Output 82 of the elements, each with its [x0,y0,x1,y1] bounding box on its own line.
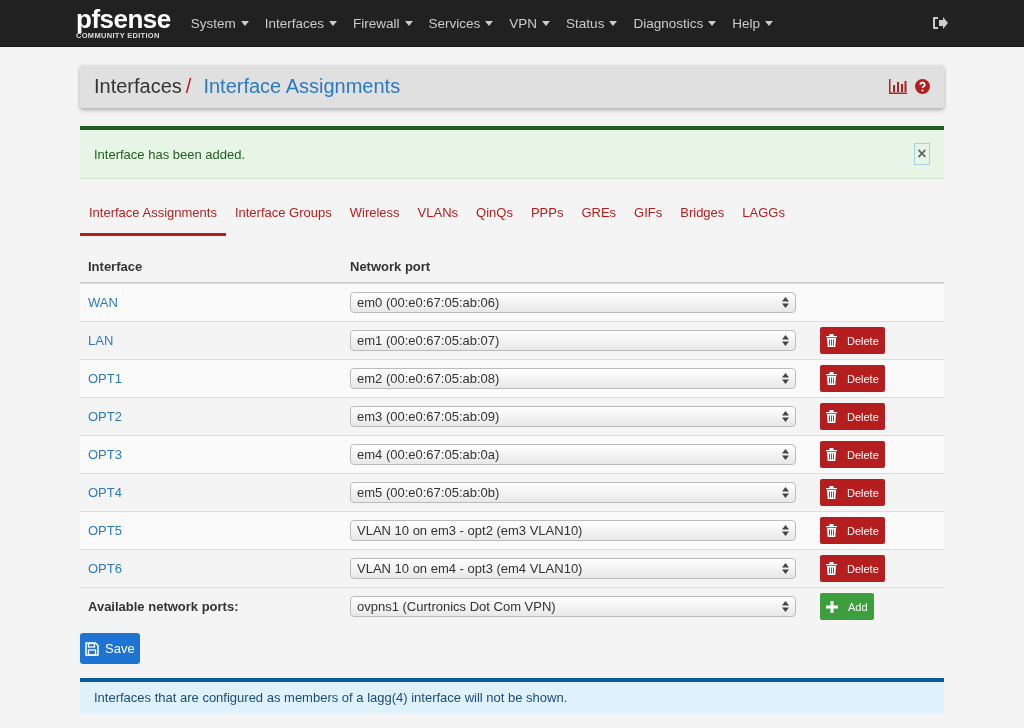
interface-link[interactable]: LAN [88,333,114,348]
delete-button[interactable]: Delete [820,479,885,506]
trash-icon [826,334,837,347]
tab[interactable]: Wireless [340,195,409,236]
trash-icon [826,410,837,423]
breadcrumb-current[interactable]: Interface Assignments [203,75,401,98]
interface-link[interactable]: OPT1 [88,371,122,386]
caret-icon [485,21,494,27]
trash-icon [826,486,837,499]
interface-link[interactable]: OPT3 [88,447,122,462]
trash-icon [826,372,837,385]
menu-item[interactable]: VPN [509,15,551,31]
trash-icon [826,448,837,461]
port-select[interactable]: VLAN 10 on em4 - opt3 (em4 VLAN10) [350,558,796,579]
menu-item[interactable]: Services [428,15,494,31]
select-arrows-icon [782,373,789,384]
port-select[interactable]: em4 (00:e0:67:05:ab:0a) [350,444,796,465]
select-arrows-icon [782,411,789,422]
port-select[interactable]: ovpns1 (Curtronics Dot Com VPN) [350,596,796,617]
delete-button[interactable]: Delete [820,327,885,354]
caret-icon [404,21,413,27]
tab[interactable]: GIFs [625,195,672,236]
tab[interactable]: QinQs [467,195,522,236]
save-button[interactable]: Save [80,633,140,664]
bar-chart-icon[interactable] [889,79,907,94]
select-arrows-icon [782,487,789,498]
select-arrows-icon [782,449,789,460]
column-header: Network port [350,258,432,274]
interface-link[interactable]: WAN [88,295,118,310]
caret-icon [708,21,717,27]
add-button[interactable]: Add [820,593,874,620]
trash-icon [826,562,837,575]
logout-icon[interactable] [932,16,948,30]
port-select[interactable]: em0 (00:e0:67:05:ab:06) [350,292,796,313]
tab[interactable]: Interface Groups [225,195,341,236]
tab[interactable]: Bridges [671,195,734,236]
menu-item[interactable]: Help [732,15,773,31]
tab[interactable]: VLANs [408,195,468,236]
trash-icon [826,524,837,537]
menu-item[interactable]: Status [566,15,618,31]
port-select[interactable]: em1 (00:e0:67:05:ab:07) [350,330,796,351]
close-button[interactable]: × [914,143,930,165]
caret-icon [240,21,249,27]
delete-button[interactable]: Delete [820,517,885,544]
breadcrumb-separator: / [185,75,192,98]
interface-link[interactable]: OPT5 [88,523,122,538]
menu-item[interactable]: Interfaces [264,15,338,31]
menu-item[interactable]: System [190,15,249,31]
tab[interactable]: Interface Assignments [80,195,226,236]
select-arrows-icon [782,297,789,308]
port-select[interactable]: em3 (00:e0:67:05:ab:09) [350,406,796,427]
logo-text[interactable]: pfsense [76,6,171,33]
interface-link[interactable]: OPT4 [88,485,122,500]
caret-icon [764,21,773,27]
column-header: Interface [87,258,144,274]
select-arrows-icon [782,563,789,574]
menu-item[interactable]: Diagnostics [633,15,717,31]
tab[interactable]: GREs [572,195,626,236]
caret-icon [609,21,618,27]
port-select[interactable]: em5 (00:e0:67:05:ab:0b) [350,482,796,503]
select-arrows-icon [782,525,789,536]
caret-icon [542,21,551,27]
plus-icon [826,600,838,613]
tab[interactable]: LAGGs [733,195,794,236]
caret-icon [329,21,338,27]
available-ports-label: Available network ports: [87,599,240,614]
select-arrows-icon [782,335,789,346]
delete-button[interactable]: Delete [820,403,885,430]
interface-link[interactable]: OPT2 [88,409,122,424]
port-select[interactable]: em2 (00:e0:67:05:ab:08) [350,368,796,389]
delete-button[interactable]: Delete [820,441,885,468]
tab[interactable]: PPPs [521,195,573,236]
interface-link[interactable]: OPT6 [88,561,122,576]
info-message: Interfaces that are configured as members of a lagg(4) interface will not be shown. [94,690,568,705]
delete-button[interactable]: Delete [820,365,885,392]
delete-button[interactable]: Delete [820,555,885,582]
port-select[interactable]: VLAN 10 on em3 - opt2 (em3 VLAN10) [350,520,796,541]
select-arrows-icon [782,601,789,612]
breadcrumb-parent: Interfaces [94,75,182,98]
alert-message: Interface has been added. [94,146,247,162]
help-icon[interactable] [915,79,930,94]
menu-item[interactable]: Firewall [353,15,413,31]
